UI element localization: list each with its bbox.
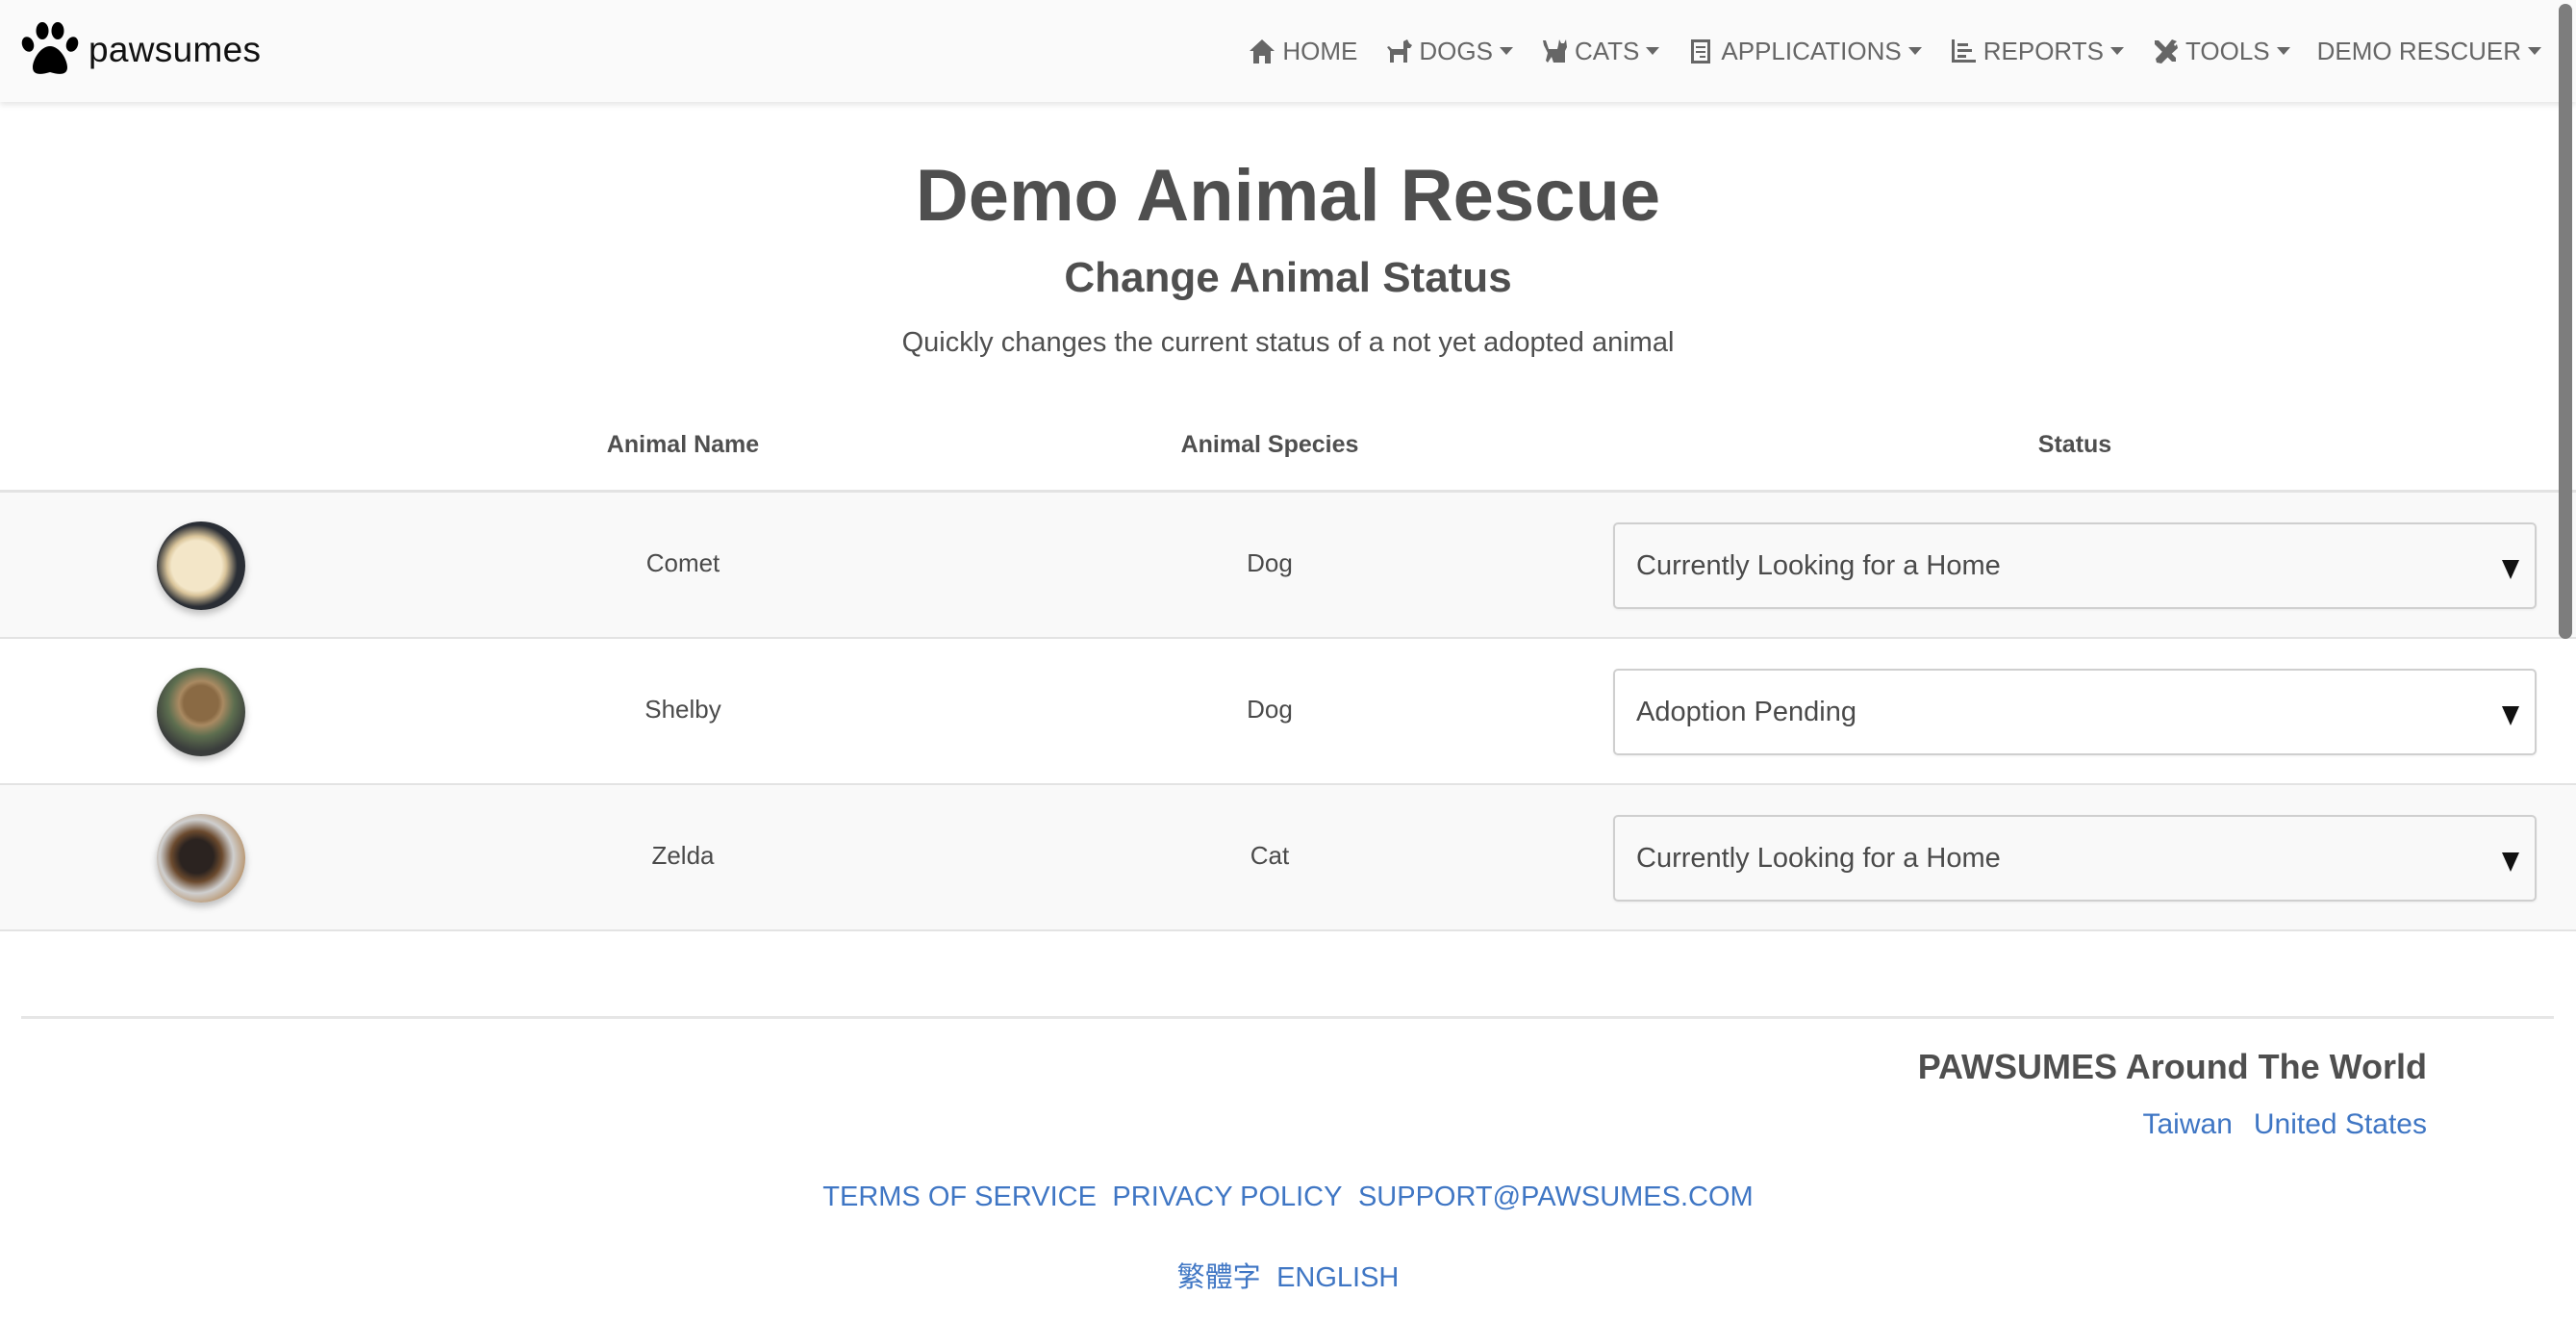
table-header: Animal Name Animal Species Status: [0, 404, 2576, 493]
page-scrollbar[interactable]: [2559, 4, 2572, 639]
link-privacy-policy[interactable]: PRIVACY POLICY: [1112, 1182, 1342, 1212]
home-icon: [1250, 39, 1275, 64]
link-lang-traditional-chinese[interactable]: 繁體字: [1177, 1262, 1261, 1293]
animal-name: Shelby: [644, 695, 721, 724]
dropdown-arrow-icon: [2502, 560, 2519, 579]
link-lang-english[interactable]: ENGLISH: [1276, 1262, 1399, 1293]
header-status: Status: [2037, 431, 2112, 458]
cat-icon: [1542, 39, 1567, 63]
animal-species: Dog: [1247, 548, 1293, 577]
world-title: PAWSUMES Around The World: [1917, 1047, 2427, 1086]
link-united-states[interactable]: United States: [2254, 1108, 2427, 1141]
paw-logo-icon: [21, 22, 79, 74]
world-links: Taiwan United States: [2122, 1108, 2428, 1141]
nav-home[interactable]: HOME: [1248, 37, 1357, 66]
nav-user-menu[interactable]: DEMO RESCUER: [2317, 37, 2541, 66]
table-row: Zelda Cat Currently Looking for a Home: [0, 785, 2576, 931]
dropdown-arrow-icon: [2502, 852, 2519, 872]
nav-applications[interactable]: APPLICATIONS: [1686, 36, 1922, 66]
status-select-value: Currently Looking for a Home: [1636, 842, 2001, 874]
application-form-icon: [1691, 39, 1711, 64]
legal-links: TERMS OF SERVICE PRIVACY POLICY SUPPORT@…: [0, 1182, 2576, 1213]
status-select-value: Currently Looking for a Home: [1636, 549, 2001, 581]
link-support-email[interactable]: SUPPORT@PAWSUMES.COM: [1358, 1182, 1754, 1212]
header-animal-species: Animal Species: [1180, 431, 1359, 458]
nav-dogs-label: DOGS: [1419, 36, 1493, 65]
page-title: Demo Animal Rescue: [915, 155, 1661, 237]
nav-reports-label: REPORTS: [1983, 36, 2104, 65]
table-row: Comet Dog Currently Looking for a Home: [0, 493, 2576, 639]
status-select[interactable]: Currently Looking for a Home: [1613, 815, 2537, 902]
nav-tools[interactable]: TOOLS: [2151, 37, 2290, 66]
nav-cats-label: CATS: [1574, 36, 1640, 65]
chevron-down-icon: [2276, 47, 2290, 55]
tools-icon: [2154, 39, 2178, 64]
main-nav: HOME DOGS CATS APPLICATIONS REPORTS TOOL…: [1221, 0, 2541, 102]
nav-tools-label: TOOLS: [2185, 36, 2270, 65]
animal-status-table: Animal Name Animal Species Status Comet …: [0, 404, 2576, 931]
animal-species: Cat: [1250, 841, 1290, 870]
page-description: Quickly changes the current status of a …: [901, 327, 1675, 358]
nav-home-label: HOME: [1282, 36, 1358, 65]
footer-divider: [21, 1016, 2554, 1019]
dog-icon: [1387, 39, 1413, 63]
chevron-down-icon: [1499, 47, 1513, 55]
nav-dogs[interactable]: DOGS: [1384, 37, 1513, 66]
chevron-down-icon: [2528, 47, 2541, 55]
chevron-down-icon: [2109, 47, 2124, 55]
status-select[interactable]: Adoption Pending: [1613, 669, 2537, 755]
status-select-value: Adoption Pending: [1636, 696, 1856, 727]
brand-link[interactable]: pawsumes: [19, 21, 261, 79]
language-links: 繁體字 ENGLISH: [0, 1255, 2576, 1295]
dropdown-arrow-icon: [2502, 706, 2519, 725]
link-terms-of-service[interactable]: TERMS OF SERVICE: [822, 1182, 1097, 1212]
nav-reports[interactable]: REPORTS: [1949, 37, 2124, 66]
chevron-down-icon: [1646, 47, 1660, 55]
nav-applications-label: APPLICATIONS: [1721, 36, 1902, 65]
brand-name: pawsumes: [88, 30, 262, 69]
animal-species: Dog: [1247, 695, 1293, 724]
table-row: Shelby Dog Adoption Pending: [0, 639, 2576, 785]
animal-photo-avatar: [157, 521, 245, 610]
animal-name: Zelda: [651, 841, 715, 870]
chevron-down-icon: [1907, 47, 1922, 55]
page-subtitle: Change Animal Status: [1064, 254, 1512, 301]
navbar: pawsumes HOME DOGS CATS APPLICATIONS REP…: [0, 0, 2576, 102]
link-taiwan[interactable]: Taiwan: [2143, 1108, 2233, 1141]
chart-icon: [1951, 39, 1976, 63]
animal-name: Comet: [645, 548, 720, 577]
animal-photo-avatar: [157, 668, 245, 756]
status-select[interactable]: Currently Looking for a Home: [1613, 522, 2537, 609]
animal-photo-avatar: [157, 814, 245, 903]
nav-user-label: DEMO RESCUER: [2316, 36, 2521, 65]
nav-cats[interactable]: CATS: [1540, 36, 1660, 66]
header-animal-name: Animal Name: [606, 431, 760, 458]
